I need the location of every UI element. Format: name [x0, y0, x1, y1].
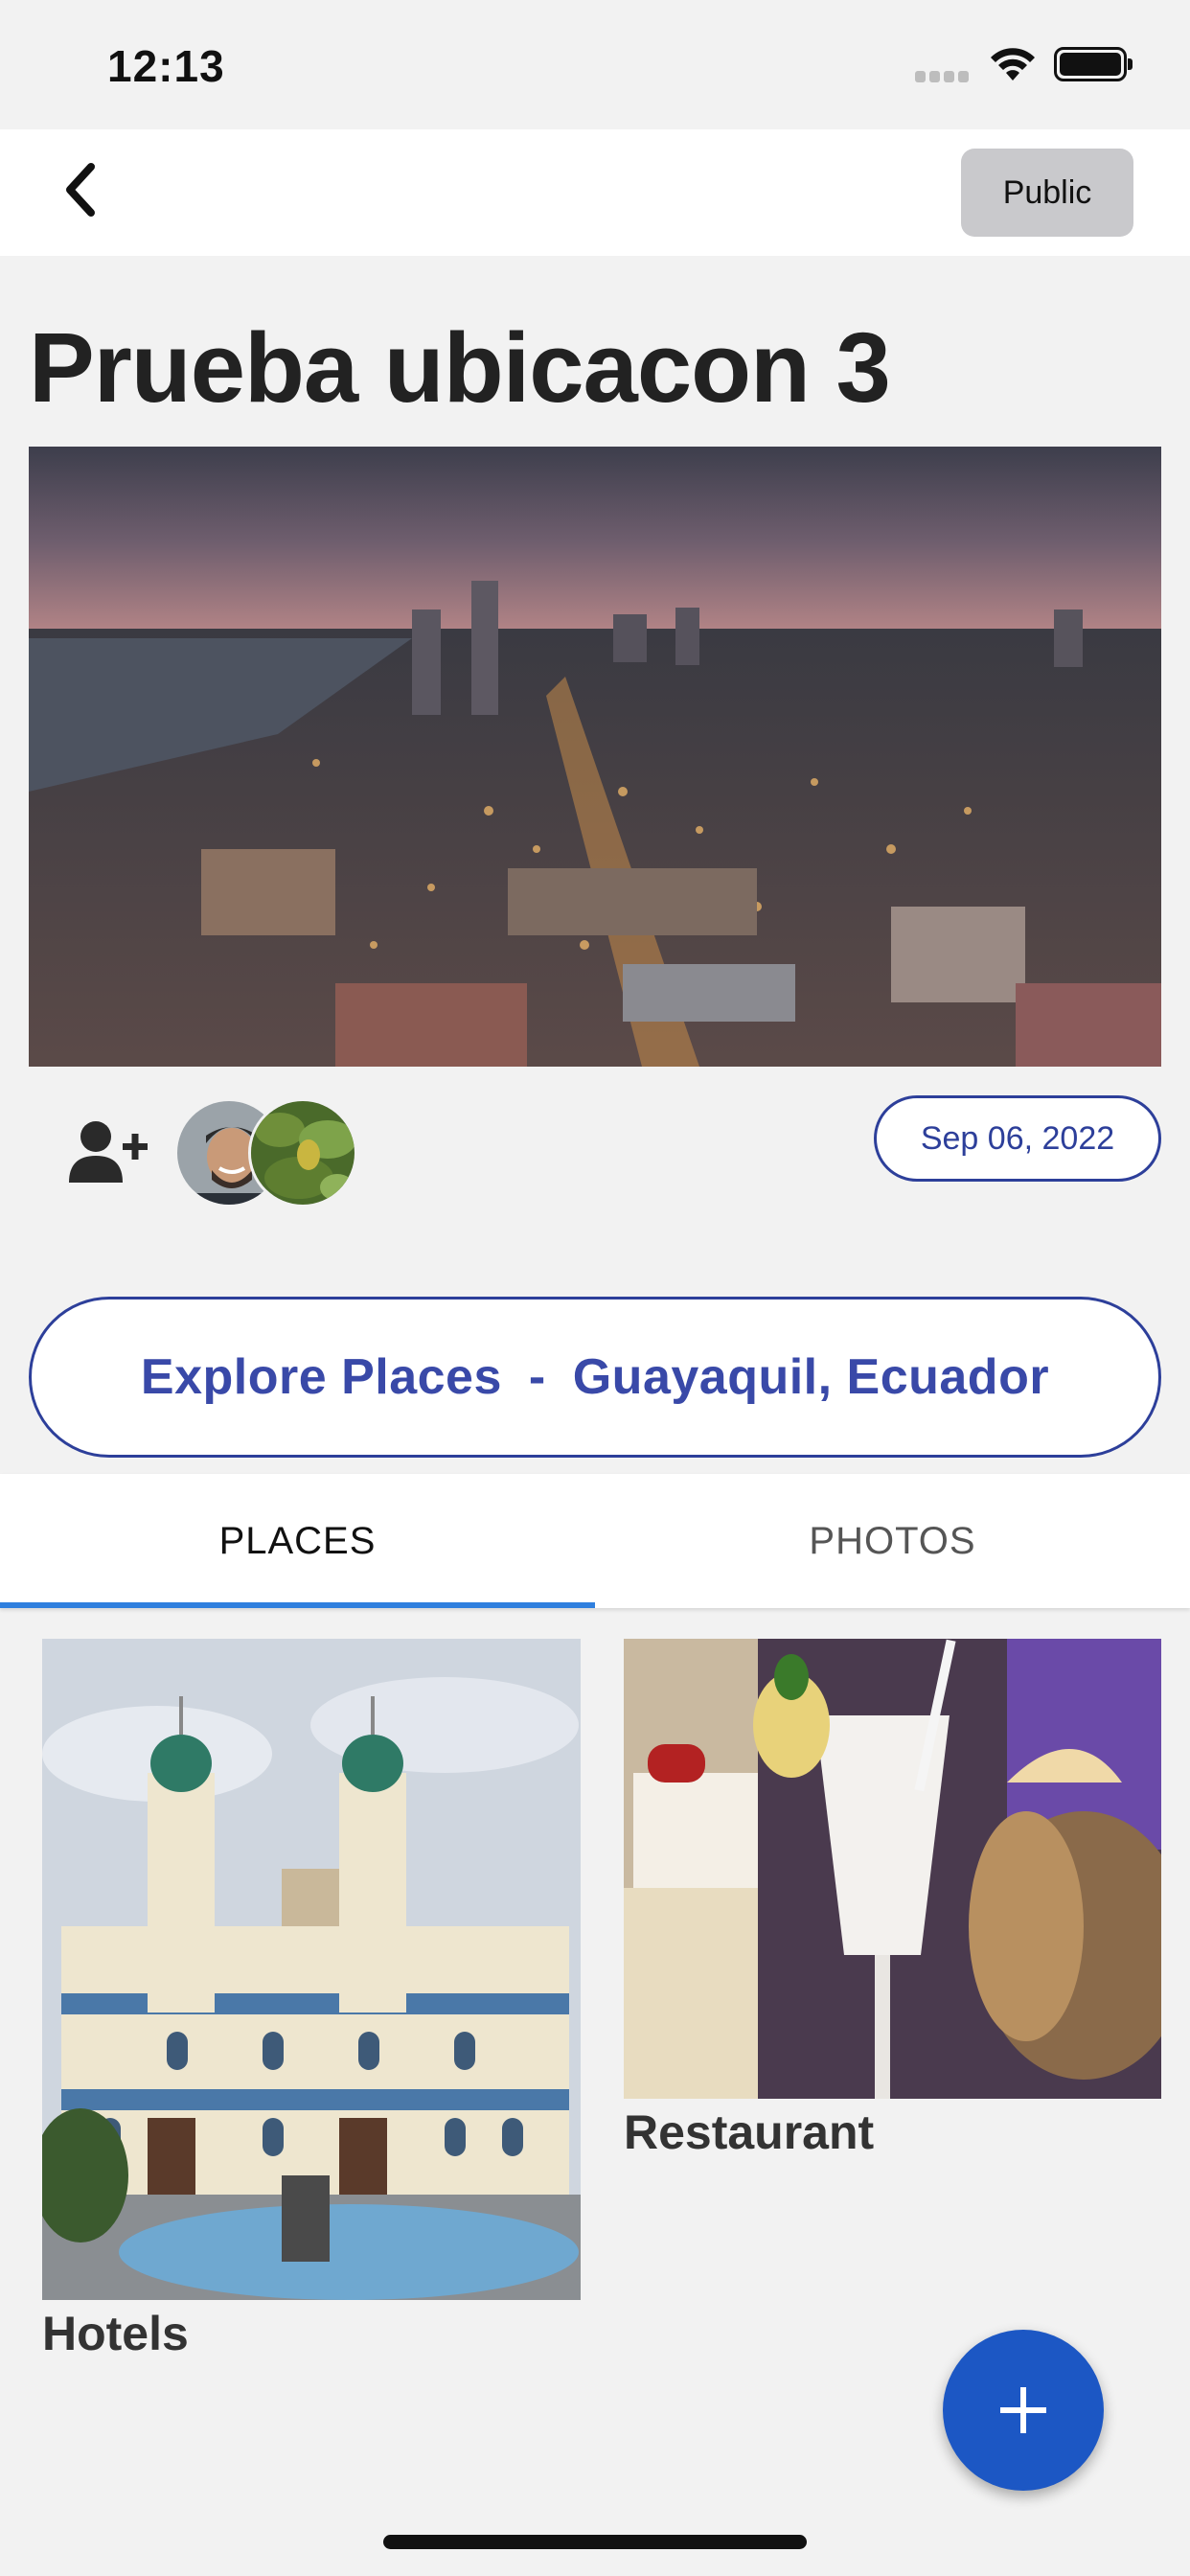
tab-bar: PLACES PHOTOS	[0, 1474, 1190, 1608]
plus-icon	[1000, 2387, 1046, 2433]
restaurant-image	[624, 1639, 1161, 2099]
chevron-left-icon	[66, 163, 95, 217]
trip-date-chip[interactable]: Sep 06, 2022	[874, 1095, 1161, 1182]
member-avatar[interactable]	[248, 1098, 357, 1208]
place-label: Restaurant	[624, 2105, 875, 2159]
explore-location: Guayaquil, Ecuador	[572, 1349, 1050, 1405]
wifi-icon	[991, 48, 1035, 80]
status-bar: 12:13	[0, 0, 1190, 129]
tab-photos[interactable]: PHOTOS	[595, 1474, 1190, 1608]
tab-places[interactable]: PLACES	[0, 1474, 595, 1608]
add-member-button[interactable]	[67, 1119, 151, 1186]
explore-separator: -	[528, 1349, 546, 1405]
place-card-hotels[interactable]: Hotels	[42, 1639, 581, 2361]
hotels-image	[42, 1639, 581, 2300]
public-button[interactable]: Public	[961, 149, 1133, 237]
nav-bar: Public	[0, 129, 1190, 256]
signal-icon	[915, 71, 969, 82]
battery-icon	[1054, 47, 1133, 81]
place-label: Hotels	[42, 2307, 189, 2360]
user-plus-icon	[69, 1121, 148, 1183]
explore-places-button[interactable]: Explore Places - Guayaquil, Ecuador	[29, 1297, 1161, 1458]
status-time: 12:13	[107, 41, 225, 91]
back-button[interactable]	[48, 156, 115, 223]
place-card-restaurant[interactable]: Restaurant	[624, 1639, 1161, 2160]
home-indicator	[383, 2535, 807, 2549]
tab-active-indicator	[0, 1602, 595, 1608]
add-place-button[interactable]	[943, 2330, 1104, 2491]
cover-image	[29, 447, 1161, 1067]
explore-label: Explore Places	[140, 1349, 502, 1405]
page-title: Prueba ubicacon 3	[29, 312, 891, 423]
